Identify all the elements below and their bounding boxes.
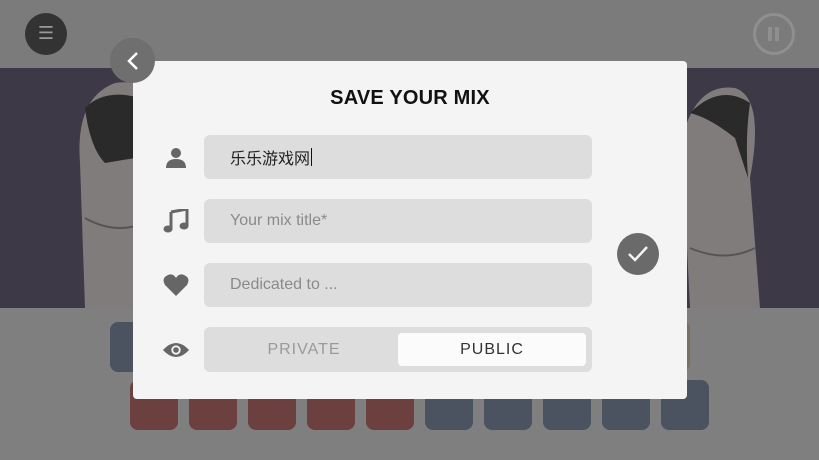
check-icon <box>628 246 648 262</box>
pause-button[interactable] <box>753 13 795 55</box>
author-field[interactable]: 乐乐游戏网 <box>204 135 592 179</box>
public-option[interactable]: PUBLIC <box>398 333 586 366</box>
mix-title-field[interactable]: Your mix title* <box>204 199 592 243</box>
back-button[interactable] <box>110 38 155 83</box>
confirm-button[interactable] <box>617 233 659 275</box>
text-cursor <box>311 148 313 166</box>
dialog-title: SAVE YOUR MIX <box>330 87 490 109</box>
eye-icon <box>162 336 190 364</box>
character-right <box>685 87 760 308</box>
user-icon <box>162 144 190 172</box>
menu-icon: ☰ <box>37 23 55 44</box>
menu-button[interactable]: ☰ <box>25 13 67 55</box>
save-mix-dialog: SAVE YOUR MIX 乐乐游戏网 Your mix title* Dedi… <box>133 61 687 399</box>
private-option[interactable]: PRIVATE <box>210 333 398 366</box>
music-note-icon <box>162 207 190 235</box>
chevron-left-icon <box>126 51 138 70</box>
heart-icon <box>162 271 190 299</box>
visibility-toggle: PRIVATE PUBLIC <box>204 327 592 372</box>
author-value: 乐乐游戏网 <box>230 151 311 168</box>
dedicated-field[interactable]: Dedicated to ... <box>204 263 592 307</box>
